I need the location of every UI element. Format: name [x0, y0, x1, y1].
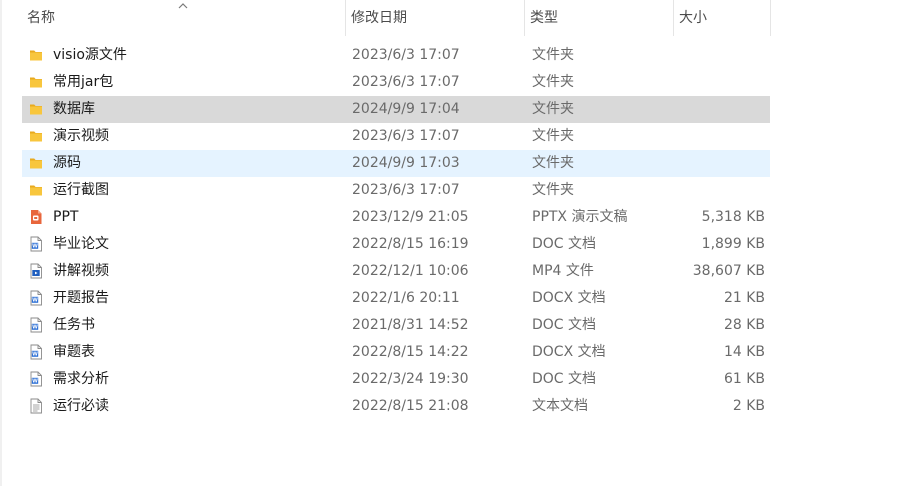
file-type: DOCX 文档: [532, 290, 606, 306]
file-type: 文件夹: [532, 155, 574, 171]
file-type: DOC 文档: [532, 317, 597, 333]
file-size: 14 KB: [723, 344, 765, 360]
video-file-icon: [28, 263, 44, 279]
svg-text:W: W: [32, 298, 38, 304]
file-name: visio源文件: [53, 47, 127, 63]
column-header-size[interactable]: 大小: [674, 0, 770, 36]
file-name: 演示视频: [53, 128, 109, 144]
file-type: DOC 文档: [532, 236, 597, 252]
file-row[interactable]: 演示视频 2023/6/3 17:07 文件夹: [22, 123, 770, 150]
file-name: 常用jar包: [53, 74, 114, 90]
file-type: PPTX 演示文稿: [532, 209, 628, 225]
file-name: PPT: [53, 209, 79, 225]
file-name: 开题报告: [53, 290, 109, 306]
file-name: 讲解视频: [53, 263, 109, 279]
word-doc-icon: W: [28, 371, 44, 387]
file-date: 2022/8/15 16:19: [352, 236, 469, 252]
column-header-bar: 名称 修改日期 类型 大小: [0, 0, 913, 36]
folder-icon: [28, 47, 44, 63]
file-row[interactable]: PPT 2023/12/9 21:05 PPTX 演示文稿 5,318 KB: [22, 204, 770, 231]
text-file-icon: [28, 398, 44, 414]
file-name: 需求分析: [53, 371, 109, 387]
file-size: 5,318 KB: [701, 209, 765, 225]
sort-ascending-icon: [178, 3, 188, 9]
file-size: 2 KB: [732, 398, 765, 414]
file-size: 1,899 KB: [701, 236, 765, 252]
svg-text:W: W: [32, 352, 38, 358]
folder-icon: [28, 74, 44, 90]
word-doc-icon: W: [28, 344, 44, 360]
file-row[interactable]: 运行必读 2022/8/15 21:08 文本文档 2 KB: [22, 393, 770, 420]
file-type: 文本文档: [532, 398, 588, 414]
column-header-type[interactable]: 类型: [525, 0, 673, 36]
file-row[interactable]: W 开题报告 2022/1/6 20:11 DOCX 文档 21 KB: [22, 285, 770, 312]
file-date: 2023/12/9 21:05: [352, 209, 469, 225]
column-header-date[interactable]: 修改日期: [346, 0, 524, 36]
svg-text:W: W: [32, 379, 38, 385]
file-row[interactable]: W 任务书 2021/8/31 14:52 DOC 文档 28 KB: [22, 312, 770, 339]
file-type: 文件夹: [532, 47, 574, 63]
window-left-edge: [0, 0, 2, 486]
file-type: DOCX 文档: [532, 344, 606, 360]
word-doc-icon: W: [28, 290, 44, 306]
file-date: 2023/6/3 17:07: [352, 47, 460, 63]
file-name: 源码: [53, 155, 81, 171]
file-date: 2023/6/3 17:07: [352, 74, 460, 90]
column-separator[interactable]: [770, 0, 771, 36]
file-row[interactable]: visio源文件 2023/6/3 17:07 文件夹: [22, 42, 770, 69]
file-size: 61 KB: [723, 371, 765, 387]
folder-icon: [28, 155, 44, 171]
file-date: 2022/12/1 10:06: [352, 263, 469, 279]
file-date: 2022/8/15 14:22: [352, 344, 469, 360]
file-row[interactable]: 数据库 2024/9/9 17:04 文件夹: [22, 96, 770, 123]
file-type: DOC 文档: [532, 371, 597, 387]
file-type: 文件夹: [532, 74, 574, 90]
file-row[interactable]: 常用jar包 2023/6/3 17:07 文件夹: [22, 69, 770, 96]
file-type: 文件夹: [532, 128, 574, 144]
file-date: 2024/9/9 17:03: [352, 155, 460, 171]
file-size: 21 KB: [723, 290, 765, 306]
svg-text:W: W: [32, 244, 38, 250]
folder-icon: [28, 101, 44, 117]
folder-icon: [28, 128, 44, 144]
file-row[interactable]: W 毕业论文 2022/8/15 16:19 DOC 文档 1,899 KB: [22, 231, 770, 258]
file-date: 2023/6/3 17:07: [352, 182, 460, 198]
file-name: 运行截图: [53, 182, 109, 198]
file-date: 2022/1/6 20:11: [352, 290, 460, 306]
file-name: 运行必读: [53, 398, 109, 414]
file-size: 28 KB: [723, 317, 765, 333]
file-name: 毕业论文: [53, 236, 109, 252]
file-row[interactable]: 源码 2024/9/9 17:03 文件夹: [22, 150, 770, 177]
file-name: 数据库: [53, 101, 95, 117]
folder-icon: [28, 182, 44, 198]
file-date: 2023/6/3 17:07: [352, 128, 460, 144]
word-doc-icon: W: [28, 317, 44, 333]
file-row[interactable]: 运行截图 2023/6/3 17:07 文件夹: [22, 177, 770, 204]
file-row[interactable]: W 审题表 2022/8/15 14:22 DOCX 文档 14 KB: [22, 339, 770, 366]
file-row[interactable]: W 需求分析 2022/3/24 19:30 DOC 文档 61 KB: [22, 366, 770, 393]
powerpoint-icon: [28, 209, 44, 225]
file-size: 38,607 KB: [692, 263, 765, 279]
word-doc-icon: W: [28, 236, 44, 252]
file-type: 文件夹: [532, 182, 574, 198]
file-date: 2022/3/24 19:30: [352, 371, 469, 387]
file-type: 文件夹: [532, 101, 574, 117]
file-type: MP4 文件: [532, 263, 594, 279]
file-date: 2022/8/15 21:08: [352, 398, 469, 414]
file-row[interactable]: 讲解视频 2022/12/1 10:06 MP4 文件 38,607 KB: [22, 258, 770, 285]
file-name: 任务书: [53, 317, 95, 333]
file-name: 审题表: [53, 344, 95, 360]
svg-text:W: W: [32, 325, 38, 331]
file-date: 2024/9/9 17:04: [352, 101, 460, 117]
file-date: 2021/8/31 14:52: [352, 317, 469, 333]
